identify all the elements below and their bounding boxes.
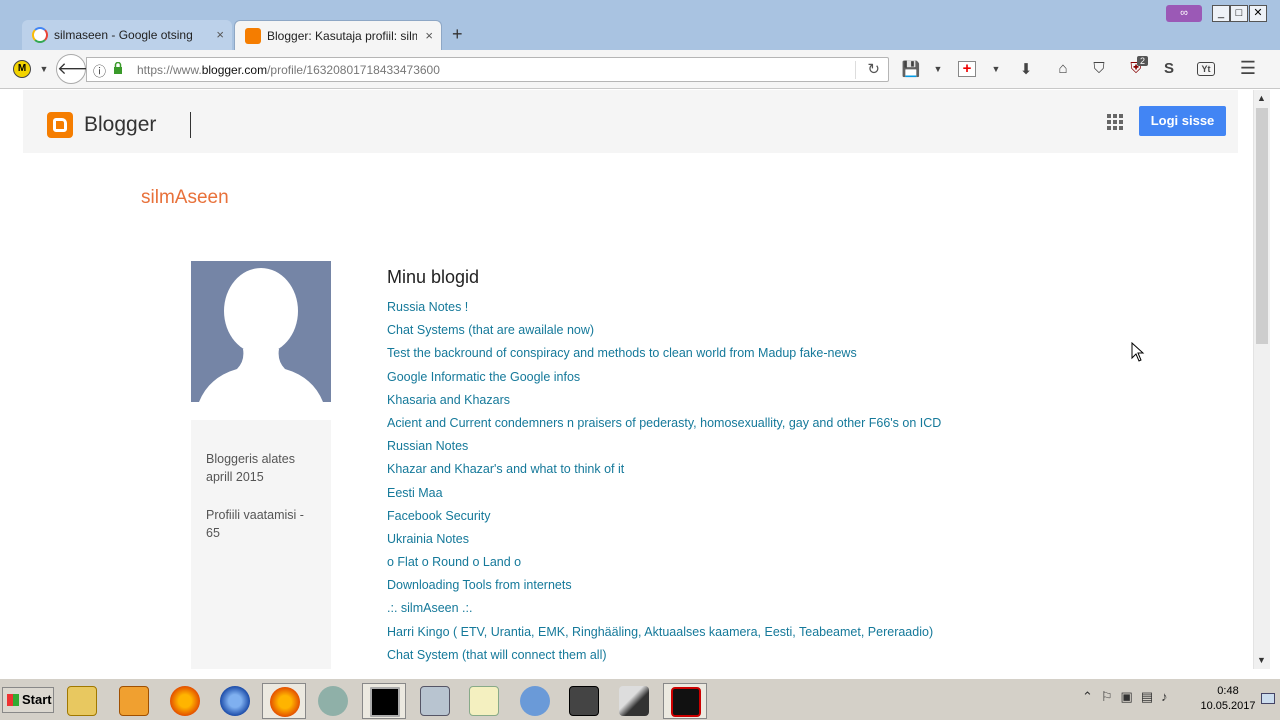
qbittorrent-icon[interactable] bbox=[513, 683, 557, 719]
maximize-button[interactable]: □ bbox=[1230, 5, 1248, 22]
blog-link[interactable]: Google Informatic the Google infos bbox=[387, 368, 941, 391]
blog-link[interactable]: Downloading Tools from internets bbox=[387, 576, 941, 599]
home-icon[interactable]: ⌂ bbox=[1053, 60, 1073, 77]
first-aid-icon[interactable]: + bbox=[958, 61, 976, 77]
default-avatar-icon bbox=[199, 268, 323, 402]
login-button[interactable]: Logi sisse bbox=[1139, 106, 1226, 136]
new-tab-button[interactable]: + bbox=[452, 24, 463, 45]
blog-link[interactable]: Harri Kingo ( ETV, Urantia, EMK, Ringhää… bbox=[387, 623, 941, 646]
tab-close-icon[interactable]: × bbox=[425, 28, 433, 43]
blog-link[interactable]: Khazar and Khazar's and what to think of… bbox=[387, 460, 941, 483]
scroll-down-icon[interactable]: ▼ bbox=[1257, 655, 1266, 665]
avatar bbox=[191, 261, 331, 402]
thunderbird-icon[interactable] bbox=[213, 683, 257, 719]
apps-grid-icon[interactable] bbox=[1107, 114, 1123, 130]
blog-link[interactable]: .:. silmAseen .:. bbox=[387, 599, 941, 622]
download-icon[interactable]: ⬇ bbox=[1016, 60, 1036, 78]
minimize-button[interactable]: _ bbox=[1212, 5, 1230, 22]
calculator-icon[interactable] bbox=[413, 683, 457, 719]
start-button[interactable]: Start bbox=[2, 687, 54, 713]
blog-link[interactable]: Russian Notes bbox=[387, 437, 941, 460]
tab-close-icon[interactable]: × bbox=[216, 27, 224, 42]
clock[interactable]: 0:48 10.05.2017 bbox=[1200, 684, 1256, 714]
tab-label: Blogger: Kasutaja profiil: silmAseen bbox=[267, 29, 417, 43]
scrollbar-thumb[interactable] bbox=[1256, 108, 1268, 344]
taskbar: Start ⌃⚐▣▤♪ 0:48 10.05.2017 bbox=[0, 678, 1280, 720]
network-tool-icon[interactable] bbox=[311, 683, 355, 719]
video-editor-icon[interactable] bbox=[562, 683, 606, 719]
microphone-icon[interactable] bbox=[612, 683, 656, 719]
blogger-since: Bloggeris alates aprill 2015 bbox=[206, 452, 295, 484]
system-tray-icons[interactable]: ⌃⚐▣▤♪ bbox=[1082, 689, 1176, 705]
command-prompt-icon[interactable] bbox=[362, 683, 406, 719]
blog-link[interactable]: Ukrainia Notes bbox=[387, 530, 941, 553]
ublock-badge: 2 bbox=[1137, 56, 1149, 66]
media-player-icon[interactable] bbox=[112, 683, 156, 719]
blog-link[interactable]: Chat System (that will connect them all) bbox=[387, 646, 941, 669]
blog-list: Russia Notes ! Chat Systems (that are awa… bbox=[387, 298, 941, 669]
extension-m-icon[interactable]: M bbox=[13, 60, 31, 78]
mouse-cursor-icon bbox=[1131, 342, 1145, 362]
lock-icon bbox=[114, 62, 122, 74]
pocket-icon[interactable]: ⛉ bbox=[1089, 60, 1109, 77]
tab-blogger-profile[interactable]: Blogger: Kasutaja profiil: silmAseen × bbox=[234, 20, 442, 50]
firefox-icon[interactable] bbox=[163, 683, 207, 719]
browser-titlebar: silmaseen - Google otsing × Blogger: Kas… bbox=[0, 0, 1280, 50]
file-manager-icon[interactable] bbox=[60, 683, 104, 719]
back-button[interactable]: 🡐 bbox=[56, 54, 103, 84]
brand-name[interactable]: Blogger bbox=[84, 113, 156, 137]
blog-link[interactable]: Russia Notes ! bbox=[387, 298, 941, 321]
google-icon bbox=[32, 27, 48, 43]
dropdown-arrow-icon[interactable]: ▼ bbox=[928, 64, 948, 74]
my-blogs-heading: Minu blogid bbox=[387, 267, 480, 287]
menu-icon[interactable]: ☰ bbox=[1238, 58, 1258, 79]
tab-google-search[interactable]: silmaseen - Google otsing × bbox=[22, 20, 232, 50]
profile-views: Profiili vaatamisi - 65 bbox=[206, 508, 304, 540]
dropdown-arrow-icon[interactable]: ▼ bbox=[34, 64, 54, 74]
page-viewport: Blogger Logi sisse silmAseen Bloggeris a… bbox=[0, 90, 1253, 669]
save-icon[interactable]: 💾 bbox=[901, 60, 921, 78]
browser-navbar: M ▼ 🡐 ⓘ https://www.blogger.com/profile/… bbox=[0, 50, 1280, 89]
blogger-logo-icon[interactable] bbox=[47, 112, 73, 138]
skype-icon[interactable]: S bbox=[1159, 60, 1179, 77]
windows-flag-icon bbox=[7, 694, 19, 706]
blogger-header: Blogger Logi sisse bbox=[23, 90, 1238, 153]
info-icon[interactable]: ⓘ bbox=[93, 61, 106, 80]
profile-name: silmAseen bbox=[141, 187, 229, 208]
blog-link[interactable]: Khasaria and Khazars bbox=[387, 391, 941, 414]
urlbar-separator bbox=[855, 61, 856, 79]
blog-link[interactable]: Chat Systems (that are awailale now) bbox=[387, 321, 941, 344]
blog-link[interactable]: Eesti Maa bbox=[387, 484, 941, 507]
tab-label: silmaseen - Google otsing bbox=[54, 28, 193, 42]
clock-date: 10.05.2017 bbox=[1200, 700, 1256, 712]
close-window-button[interactable]: ✕ bbox=[1249, 5, 1267, 22]
blog-link[interactable]: Acient and Current condemners n praisers… bbox=[387, 414, 941, 437]
clock-time: 0:48 bbox=[1217, 685, 1239, 697]
address-bar[interactable]: ⓘ https://www.blogger.com/profile/163208… bbox=[86, 57, 889, 82]
youtube-icon[interactable]: Yt bbox=[1197, 62, 1215, 76]
scroll-up-icon[interactable]: ▲ bbox=[1257, 93, 1266, 103]
vertical-scrollbar[interactable]: ▲ ▼ bbox=[1253, 90, 1270, 669]
show-desktop-icon[interactable] bbox=[1261, 693, 1275, 704]
start-label: Start bbox=[22, 692, 52, 707]
blogger-icon bbox=[245, 28, 261, 44]
private-mask-icon[interactable]: ∞ bbox=[1166, 5, 1202, 22]
dropdown-arrow-icon[interactable]: ▼ bbox=[986, 64, 1006, 74]
profile-sidebar: Bloggeris alates aprill 2015 Profiili va… bbox=[191, 420, 331, 669]
blog-link[interactable]: o Flat o Round o Land o bbox=[387, 553, 941, 576]
header-divider bbox=[190, 112, 191, 138]
blog-link[interactable]: Test the backround of conspiracy and met… bbox=[387, 344, 941, 367]
reload-icon[interactable]: ↻ bbox=[867, 60, 880, 78]
chart-app-icon[interactable] bbox=[462, 683, 506, 719]
url-text[interactable]: https://www.blogger.com/profile/16320801… bbox=[137, 63, 440, 77]
firefox-active-icon[interactable] bbox=[262, 683, 306, 719]
recorder-icon[interactable] bbox=[663, 683, 707, 719]
blog-link[interactable]: Facebook Security bbox=[387, 507, 941, 530]
